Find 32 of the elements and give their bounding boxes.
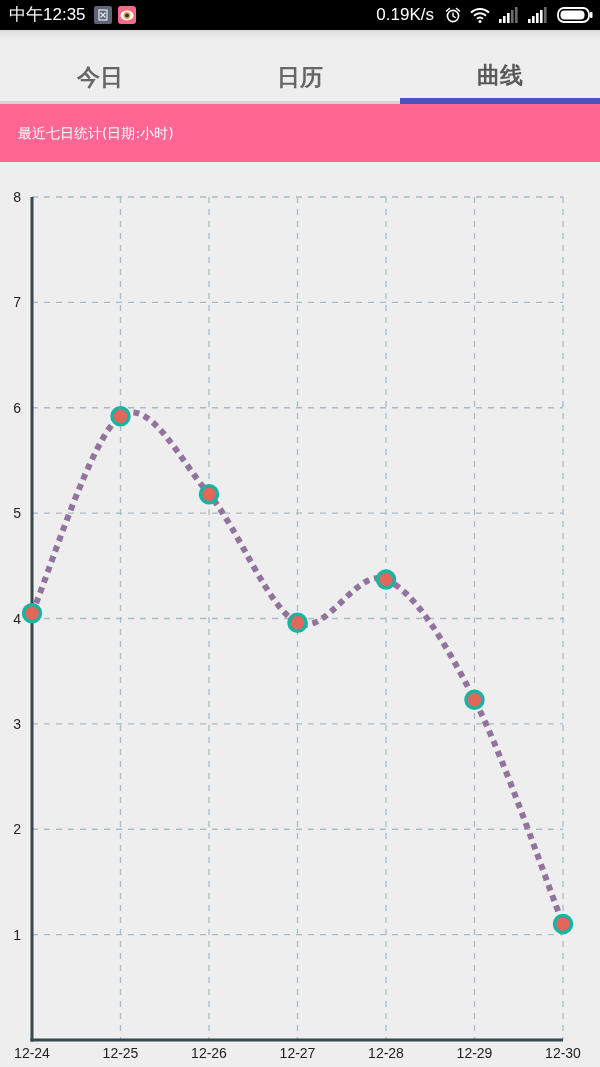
signal-icon [499,7,519,23]
chart-title: 最近七日统计(日期:小时) [18,124,174,142]
x-tick-label: 12-24 [14,1045,50,1061]
y-tick-label: 3 [13,715,21,732]
wifi-icon [470,7,490,23]
y-tick-label: 1 [13,926,21,943]
data-point [552,913,574,935]
network-speed: 0.19K/s [376,5,434,25]
x-tick-label: 12-27 [279,1045,316,1061]
x-tick-label: 12-26 [191,1045,227,1061]
data-point [287,612,308,633]
y-tick-label: 8 [13,189,21,205]
x-tick-label: 12-25 [102,1045,139,1061]
y-tick-label: 7 [13,294,21,311]
app-icon [93,6,112,24]
data-point [21,603,43,624]
x-tick-label: 12-30 [545,1045,581,1061]
y-tick-label: 2 [13,821,21,838]
battery-icon [557,7,593,23]
data-point [375,569,397,590]
data-point [198,483,220,505]
alarm-clock-icon [445,7,461,23]
y-tick-label: 4 [13,610,21,627]
x-tick-label: 12-28 [368,1045,404,1061]
data-point [464,689,485,710]
signal-icon [528,7,548,23]
y-tick-label: 5 [13,505,21,522]
eye-app-icon [117,6,136,24]
y-tick-label: 6 [13,399,21,416]
status-time: 中午12:35 [9,5,86,25]
x-tick-label: 12-29 [456,1045,493,1061]
data-point [110,405,131,427]
